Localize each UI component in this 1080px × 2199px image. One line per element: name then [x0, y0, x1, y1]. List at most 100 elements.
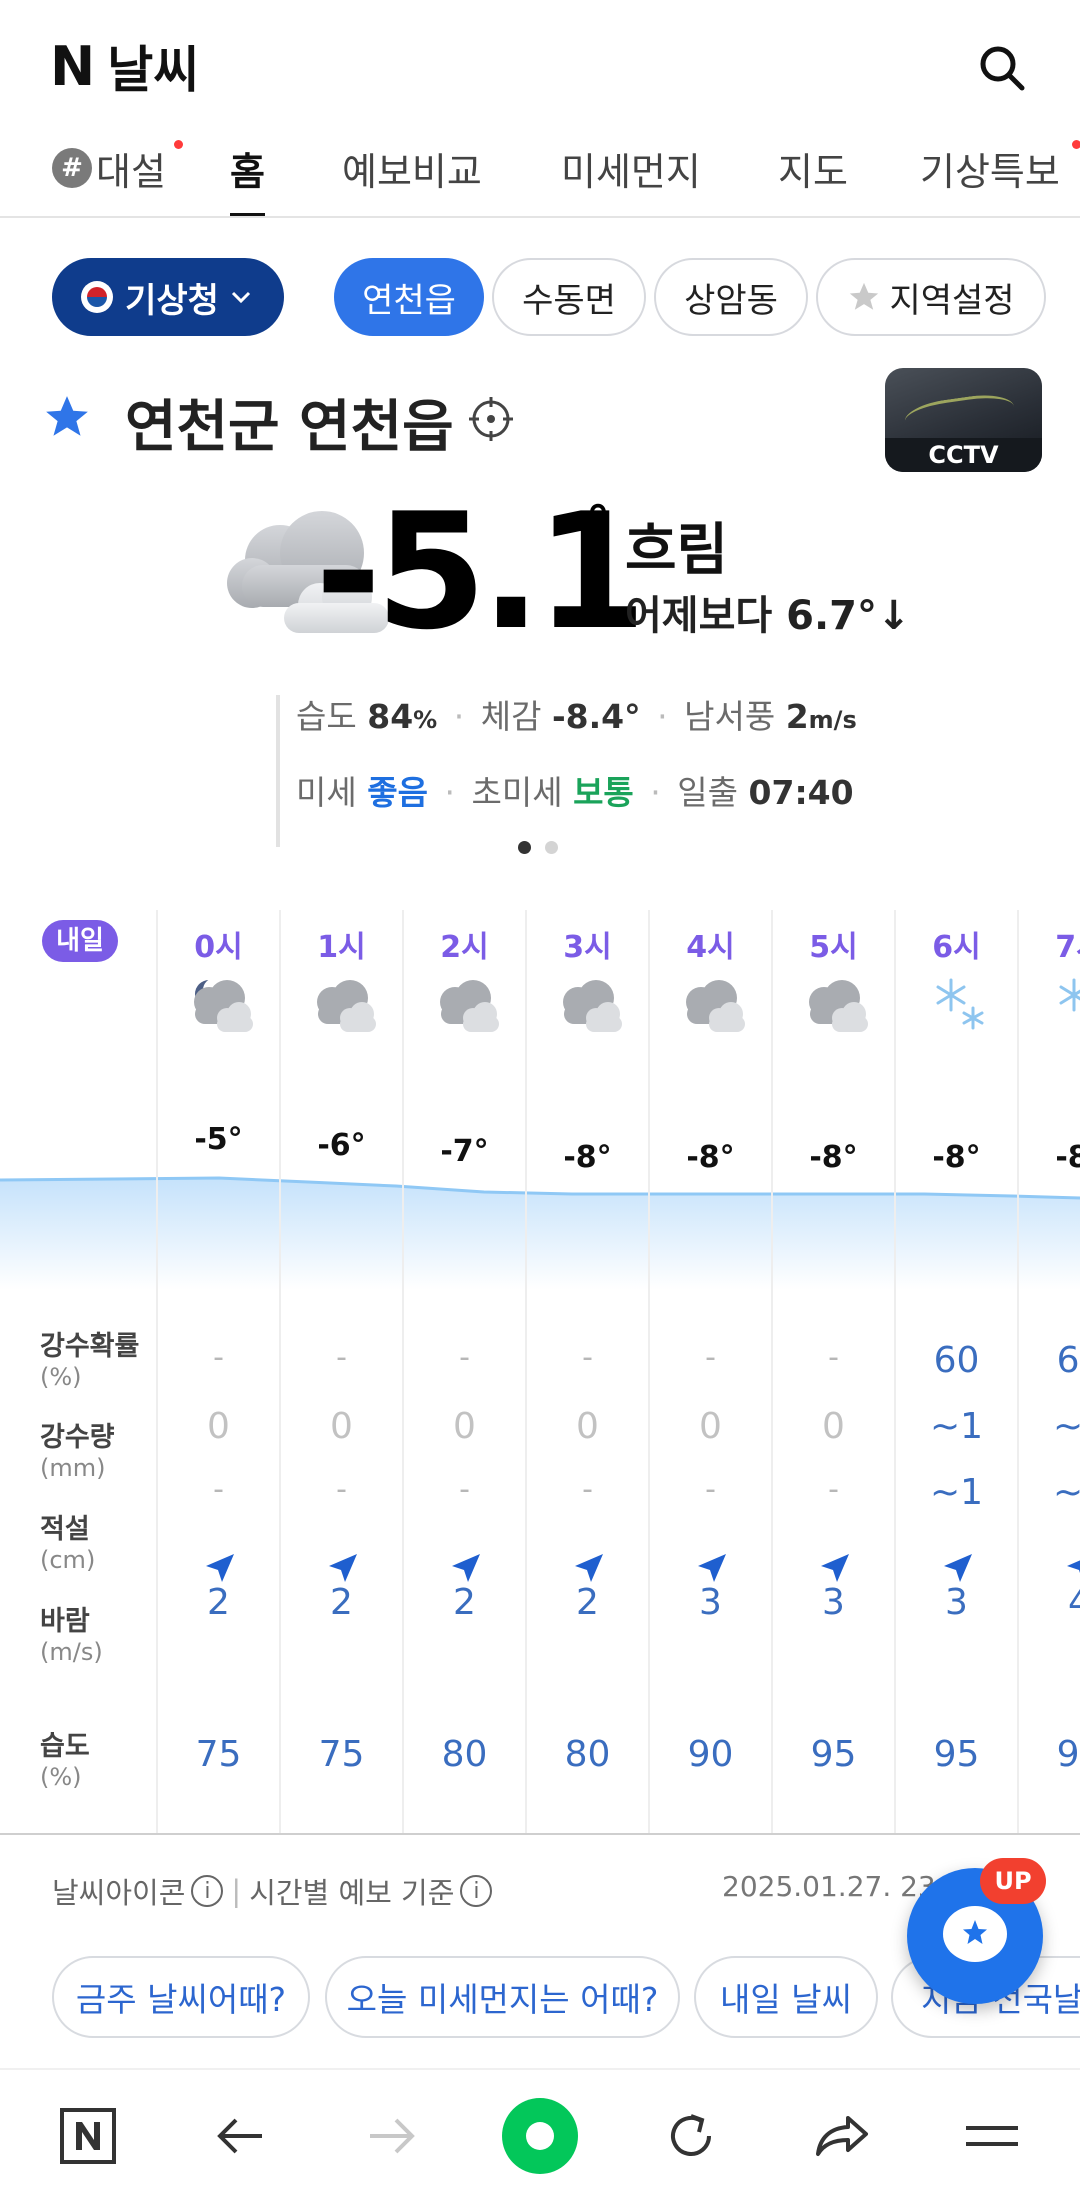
chip-label: 상암동 [684, 280, 778, 321]
humidity-value: 75 [318, 1734, 365, 1775]
wind-direction-label: 남서풍 [684, 697, 776, 736]
brand-logo[interactable]: N 날씨 [50, 30, 199, 102]
info-icon[interactable]: i [191, 1875, 224, 1907]
favorite-star-icon[interactable] [42, 392, 92, 442]
snowfall-value: - [828, 1472, 839, 1507]
green-home-button[interactable] [500, 2096, 580, 2176]
precip-prob-value: - [336, 1340, 347, 1375]
cctv-label: CCTV [885, 438, 1042, 472]
precip-amount-value: 0 [207, 1406, 230, 1447]
back-arrow-icon [217, 2118, 262, 2154]
cctv-thumbnail[interactable]: CCTV [885, 368, 1042, 472]
cloud-icon [798, 970, 874, 1040]
refresh-icon [671, 2114, 711, 2156]
wind-unit: m/s [808, 706, 857, 734]
chip-label: 지역설정 [889, 280, 1015, 321]
hour-column: 4시 -8° - 0 - 3 90 [648, 910, 771, 1833]
snow-icon [921, 970, 997, 1040]
precip-prob-value: - [582, 1340, 593, 1375]
precip-amount-value: ~1 [929, 1406, 984, 1447]
up-badge: UP [980, 1858, 1046, 1904]
humidity-value: 95 [1056, 1734, 1080, 1775]
hourly-forecast[interactable]: 내일 강수확률 (%) 강수량 (mm) 적설 (cm) 바람 (m/s) 습도… [0, 910, 1080, 1835]
search-button[interactable] [974, 40, 1030, 96]
precip-prob-value: 60 [933, 1340, 980, 1381]
tab-home[interactable]: 홈 [230, 120, 265, 216]
tab-weather-warning[interactable]: 기상특보 [920, 120, 1080, 216]
new-dot [174, 140, 183, 149]
korea-flag-icon [81, 281, 114, 313]
hashtag-icon: # [52, 148, 92, 188]
tab-fine-dust[interactable]: 미세먼지 [561, 120, 701, 216]
refresh-button[interactable] [651, 2096, 731, 2176]
hour-temperature: -7° [440, 1134, 489, 1169]
precip-prob-value: - [459, 1340, 470, 1375]
snowfall-value: - [459, 1472, 470, 1507]
separator: · [444, 773, 455, 812]
dust-value: 좋음 [367, 773, 428, 812]
hour-column: 6시 -8° 60 ~1 ~1 3 95 [894, 910, 1017, 1833]
agency-selector[interactable]: 기상청 [52, 258, 284, 336]
humidity-value: 75 [195, 1734, 242, 1775]
info-links: 날씨아이콘 i | 시간별 예보 기준 i [52, 1870, 500, 1912]
suggestion-weekly-weather[interactable]: 금주 날씨어때? [52, 1956, 310, 2038]
precip-prob-value: - [705, 1340, 716, 1375]
wind-speed-value: 2 [576, 1582, 599, 1623]
location-chip-sudong[interactable]: 수동면 [492, 258, 646, 336]
suggestion-tomorrow[interactable]: 내일 날씨 [694, 1956, 878, 2038]
hour-column: 0시 -5° - 0 - 2 75 [156, 910, 279, 1833]
region-settings-button[interactable]: 지역설정 [816, 258, 1046, 336]
green-dot-icon [502, 2098, 578, 2174]
precip-amount-value: 0 [576, 1406, 599, 1447]
dust-label: 미세 [296, 773, 357, 812]
hour-temperature: -8° [686, 1140, 735, 1175]
location-chip-sangam[interactable]: 상암동 [654, 258, 808, 336]
snowfall-label: 적설 (cm) [40, 1514, 96, 1575]
suggestion-fine-dust[interactable]: 오늘 미세먼지는 어때? [325, 1956, 680, 2038]
hour-label: 4시 [686, 930, 735, 965]
page-title: 날씨 [107, 41, 200, 99]
carousel-pager[interactable] [518, 841, 558, 854]
pager-dot-active [518, 841, 531, 854]
naver-n-icon [60, 2108, 116, 2164]
new-dot [1072, 140, 1080, 149]
menu-button[interactable] [952, 2096, 1032, 2176]
current-location-icon[interactable] [468, 396, 514, 442]
sunrise-value: 07:40 [748, 773, 854, 812]
snow-icon [1044, 970, 1080, 1040]
weather-icon-info[interactable]: 날씨아이콘 [52, 1870, 185, 1912]
snowfall-value: - [213, 1472, 224, 1507]
pager-dot [545, 841, 558, 854]
wind-direction-icon [1063, 1550, 1080, 1586]
tab-forecast-compare[interactable]: 예보비교 [342, 120, 482, 216]
forward-button[interactable] [352, 2096, 432, 2176]
chevron-down-icon [231, 291, 250, 304]
forward-arrow-icon [370, 2118, 415, 2154]
chip-label: 연천읍 [362, 280, 456, 321]
cloud-icon [429, 970, 505, 1040]
tab-heavy-snow[interactable]: # 대설 [52, 120, 183, 216]
humidity-value: 90 [687, 1734, 734, 1775]
location-title: 연천군 연천읍 [125, 395, 454, 460]
precip-amount-value: 0 [453, 1406, 476, 1447]
separator: · [650, 773, 661, 812]
humidity-label: 습도 [296, 697, 357, 736]
details-row-1: 습도 84% · 체감 -8.4° · 남서풍 2m/s [296, 695, 916, 771]
tab-map[interactable]: 지도 [778, 120, 848, 216]
info-icon[interactable]: i [460, 1875, 493, 1907]
snowfall-value: - [582, 1472, 593, 1507]
share-button[interactable] [802, 2096, 882, 2176]
hour-label: 5시 [809, 930, 858, 965]
feels-like-label: 체감 [480, 697, 542, 736]
hourly-basis-info[interactable]: 시간별 예보 기준 [249, 1870, 454, 1912]
browser-bottom-nav [0, 2068, 1080, 2199]
wind-direction-icon [202, 1550, 238, 1586]
naver-home-button[interactable] [48, 2096, 128, 2176]
hour-label: 2시 [440, 930, 489, 965]
humidity-value: 80 [441, 1734, 488, 1775]
back-button[interactable] [200, 2096, 280, 2176]
location-chip-yeoncheon[interactable]: 연천읍 [334, 258, 484, 336]
wind-speed-value: 3 [945, 1582, 968, 1623]
precip-amount-label: 강수량 (mm) [40, 1422, 115, 1483]
hour-label: 7시 [1055, 930, 1080, 965]
